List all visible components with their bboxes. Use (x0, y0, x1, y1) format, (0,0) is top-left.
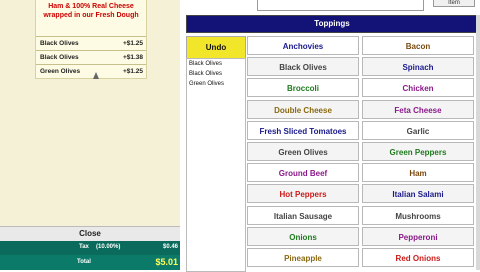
topping-button[interactable]: Italian Salami (362, 184, 474, 204)
topping-button[interactable]: Bacon (362, 36, 474, 55)
order-item-description: Ham & 100% Real Cheese wrapped in our Fr… (43, 3, 139, 19)
modifier-name: Black Olives (40, 40, 79, 47)
topping-button[interactable]: Ground Beef (247, 163, 359, 183)
topping-button[interactable]: Black Olives (247, 57, 359, 77)
order-modifier-row[interactable]: Black Olives +$1.25 (36, 36, 146, 50)
selected-toppings-list: Black Olives Black Olives Green Olives (186, 58, 246, 272)
topping-button[interactable]: Italian Sausage (247, 205, 359, 225)
modifier-price: +$1.38 (122, 54, 143, 61)
topping-button[interactable]: Feta Cheese (362, 99, 474, 119)
topping-button[interactable]: Pepperoni (362, 226, 474, 246)
topping-button[interactable]: Garlic (362, 120, 474, 140)
order-modifier-row[interactable]: Black Olives +$1.38 (36, 50, 146, 64)
topping-button[interactable]: Red Onions (362, 248, 474, 267)
topping-button[interactable]: Mushrooms (362, 205, 474, 225)
topping-button[interactable]: Broccoli (247, 78, 359, 98)
tax-row: Tax (10.00%) $0.46 (0, 241, 180, 254)
total-label: Total (77, 259, 91, 265)
tax-percent: (10.00%) (96, 244, 121, 250)
topping-button[interactable]: Onions (247, 226, 359, 246)
selected-topping[interactable]: Black Olives (187, 59, 245, 69)
close-button[interactable]: Close (0, 226, 180, 242)
order-modifier-row[interactable]: Green Olives +$1.25 (36, 64, 146, 78)
topping-button[interactable]: Chicken (362, 78, 474, 98)
topping-button[interactable]: Spinach (362, 57, 474, 77)
undo-button[interactable]: Undo (186, 36, 246, 60)
topping-button[interactable]: Ham (362, 163, 474, 183)
topping-button[interactable]: Anchovies (247, 36, 359, 55)
order-panel: Ham & 100% Real Cheese wrapped in our Fr… (0, 0, 180, 270)
item-text-field[interactable] (257, 0, 424, 11)
total-amount: $5.01 (155, 257, 178, 267)
totals-panel: Tax (10.00%) $0.46 Total $5.01 (0, 241, 180, 270)
modifier-price: +$1.25 (122, 68, 143, 75)
mouse-cursor-icon (93, 72, 99, 79)
topping-button[interactable]: Green Peppers (362, 142, 474, 161)
topping-button[interactable]: Green Olives (247, 142, 359, 161)
toppings-header: Toppings (186, 15, 478, 33)
modifier-price: +$1.25 (122, 40, 143, 47)
topping-button[interactable]: Hot Peppers (247, 184, 359, 204)
scrollbar[interactable] (476, 15, 480, 270)
modifier-name: Black Olives (40, 54, 79, 61)
total-row: Total $5.01 (0, 255, 180, 270)
modifier-name: Green Olives (40, 68, 81, 75)
topping-button[interactable]: Double Cheese (247, 99, 359, 119)
topping-button[interactable]: Fresh Sliced Tomatoes (247, 120, 359, 140)
selected-topping[interactable]: Black Olives (187, 69, 245, 79)
item-button[interactable]: Item (433, 0, 475, 7)
topping-button[interactable]: Pineapple (247, 248, 359, 267)
tax-label: Tax (79, 244, 89, 250)
order-item-card[interactable]: Ham & 100% Real Cheese wrapped in our Fr… (35, 0, 147, 79)
tax-amount: $0.46 (162, 244, 178, 250)
selected-topping[interactable]: Green Olives (187, 79, 245, 89)
